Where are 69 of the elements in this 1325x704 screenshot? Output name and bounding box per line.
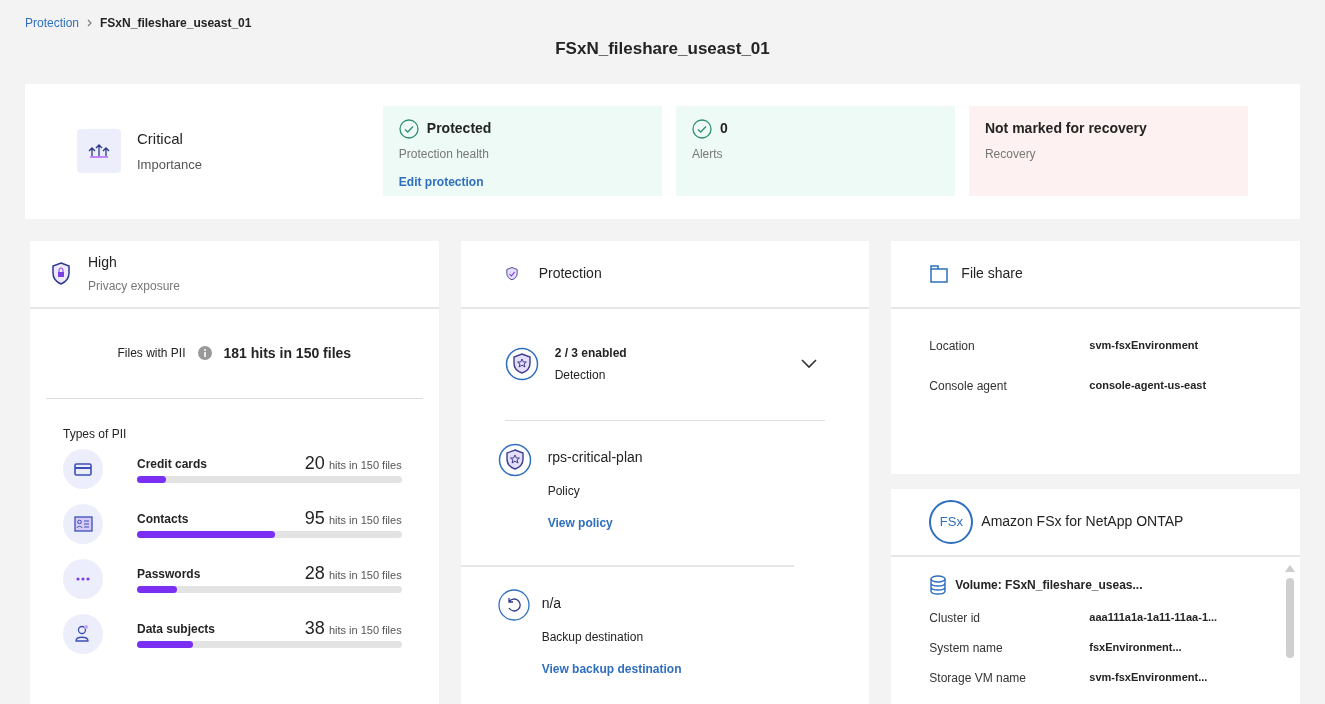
- volume-title: Volume: FSxN_fileshare_useas...: [955, 576, 1143, 594]
- backup-value: n/a: [541, 593, 563, 613]
- restore-icon: [497, 588, 530, 621]
- privacy-value: High: [88, 253, 118, 272]
- view-backup-link[interactable]: View backup destination: [541, 659, 682, 678]
- card-icon: [63, 448, 103, 489]
- field-label: System name: [929, 639, 1004, 657]
- pii-type-name: Contacts: [137, 511, 189, 529]
- importance-label: Importance: [137, 155, 203, 174]
- breadcrumb-link[interactable]: Protection: [25, 14, 80, 32]
- pii-type-name: Passwords: [137, 566, 201, 584]
- fsx-logo: FSx: [929, 499, 974, 544]
- field-value: fsxEnvironment...: [1089, 640, 1183, 656]
- field-label: Location: [929, 337, 976, 355]
- types-title: Types of PII: [63, 425, 128, 443]
- detection-value: 2 / 3 enabled: [554, 345, 628, 362]
- pii-count: 38: [304, 618, 325, 637]
- card-title: Amazon FSx for NetApp ONTAP: [981, 512, 1184, 531]
- privacy-label: Privacy exposure: [88, 278, 181, 295]
- folder-icon: [929, 263, 950, 284]
- files-value: 181 hits in 150 files: [223, 343, 352, 363]
- contact-icon: [63, 503, 103, 544]
- pii-count-suffix: hits in 150 files: [328, 512, 402, 528]
- policy-label: Policy: [547, 482, 581, 500]
- breadcrumb-current: FSxN_fileshare_useast_01: [100, 15, 252, 32]
- status-label: Alerts: [691, 146, 724, 163]
- edit-protection-link[interactable]: Edit protection: [398, 173, 646, 191]
- status-value: Protected: [426, 119, 492, 138]
- check-circle-icon: [691, 118, 712, 139]
- chevron-icon: [87, 19, 93, 27]
- pii-count: 20: [304, 453, 325, 472]
- scroll-thumb[interactable]: [1286, 577, 1294, 658]
- shield-lock-icon: [50, 260, 72, 287]
- field-value: console-agent-us-east: [1089, 378, 1208, 394]
- status-value: Not marked for recovery: [984, 119, 1147, 138]
- pii-type-name: Credit cards: [137, 456, 208, 474]
- pii-count-suffix: hits in 150 files: [328, 622, 402, 638]
- database-icon: [929, 574, 948, 595]
- page-title: FSxN_fileshare_useast_01: [555, 38, 770, 60]
- card-title: File share: [961, 264, 1023, 283]
- password-icon: [63, 558, 103, 599]
- card-title: Protection: [538, 264, 602, 283]
- view-policy-link[interactable]: View policy: [547, 513, 643, 532]
- detection-label: Detection: [554, 367, 607, 384]
- expand-button[interactable]: [801, 359, 818, 369]
- status-label: Recovery: [984, 146, 1037, 163]
- person-icon: [63, 613, 103, 654]
- chevron-icon: [801, 359, 818, 369]
- pii-count: 95: [304, 508, 325, 527]
- pii-count-suffix: hits in 150 files: [328, 457, 402, 473]
- backup-label: Backup destination: [541, 628, 645, 646]
- field-label: Storage VM name: [929, 669, 1028, 687]
- status-label: Protection health: [398, 146, 490, 163]
- info-icon: [197, 346, 212, 360]
- pii-type-name: Data subjects: [137, 621, 216, 639]
- importance-value: Critical: [137, 129, 184, 149]
- check-circle-icon: [398, 118, 419, 139]
- pii-count-suffix: hits in 150 files: [328, 567, 402, 583]
- policy-value: rps-critical-plan: [547, 447, 643, 467]
- pii-count: 28: [304, 563, 325, 582]
- field-value: svm-fsxEnvironment: [1089, 338, 1200, 354]
- field-label: Cluster id: [929, 609, 981, 627]
- files-label: Files with PII: [117, 345, 186, 362]
- status-value: 0: [719, 119, 728, 138]
- importance-icon: [77, 129, 121, 173]
- field-label: Console agent: [929, 377, 1008, 395]
- field-value: svm-fsxEnvironment...: [1089, 670, 1209, 686]
- scroll-up-icon[interactable]: [1285, 564, 1295, 572]
- field-value: aaa111a1a-1a11-11aa-1...: [1089, 610, 1219, 626]
